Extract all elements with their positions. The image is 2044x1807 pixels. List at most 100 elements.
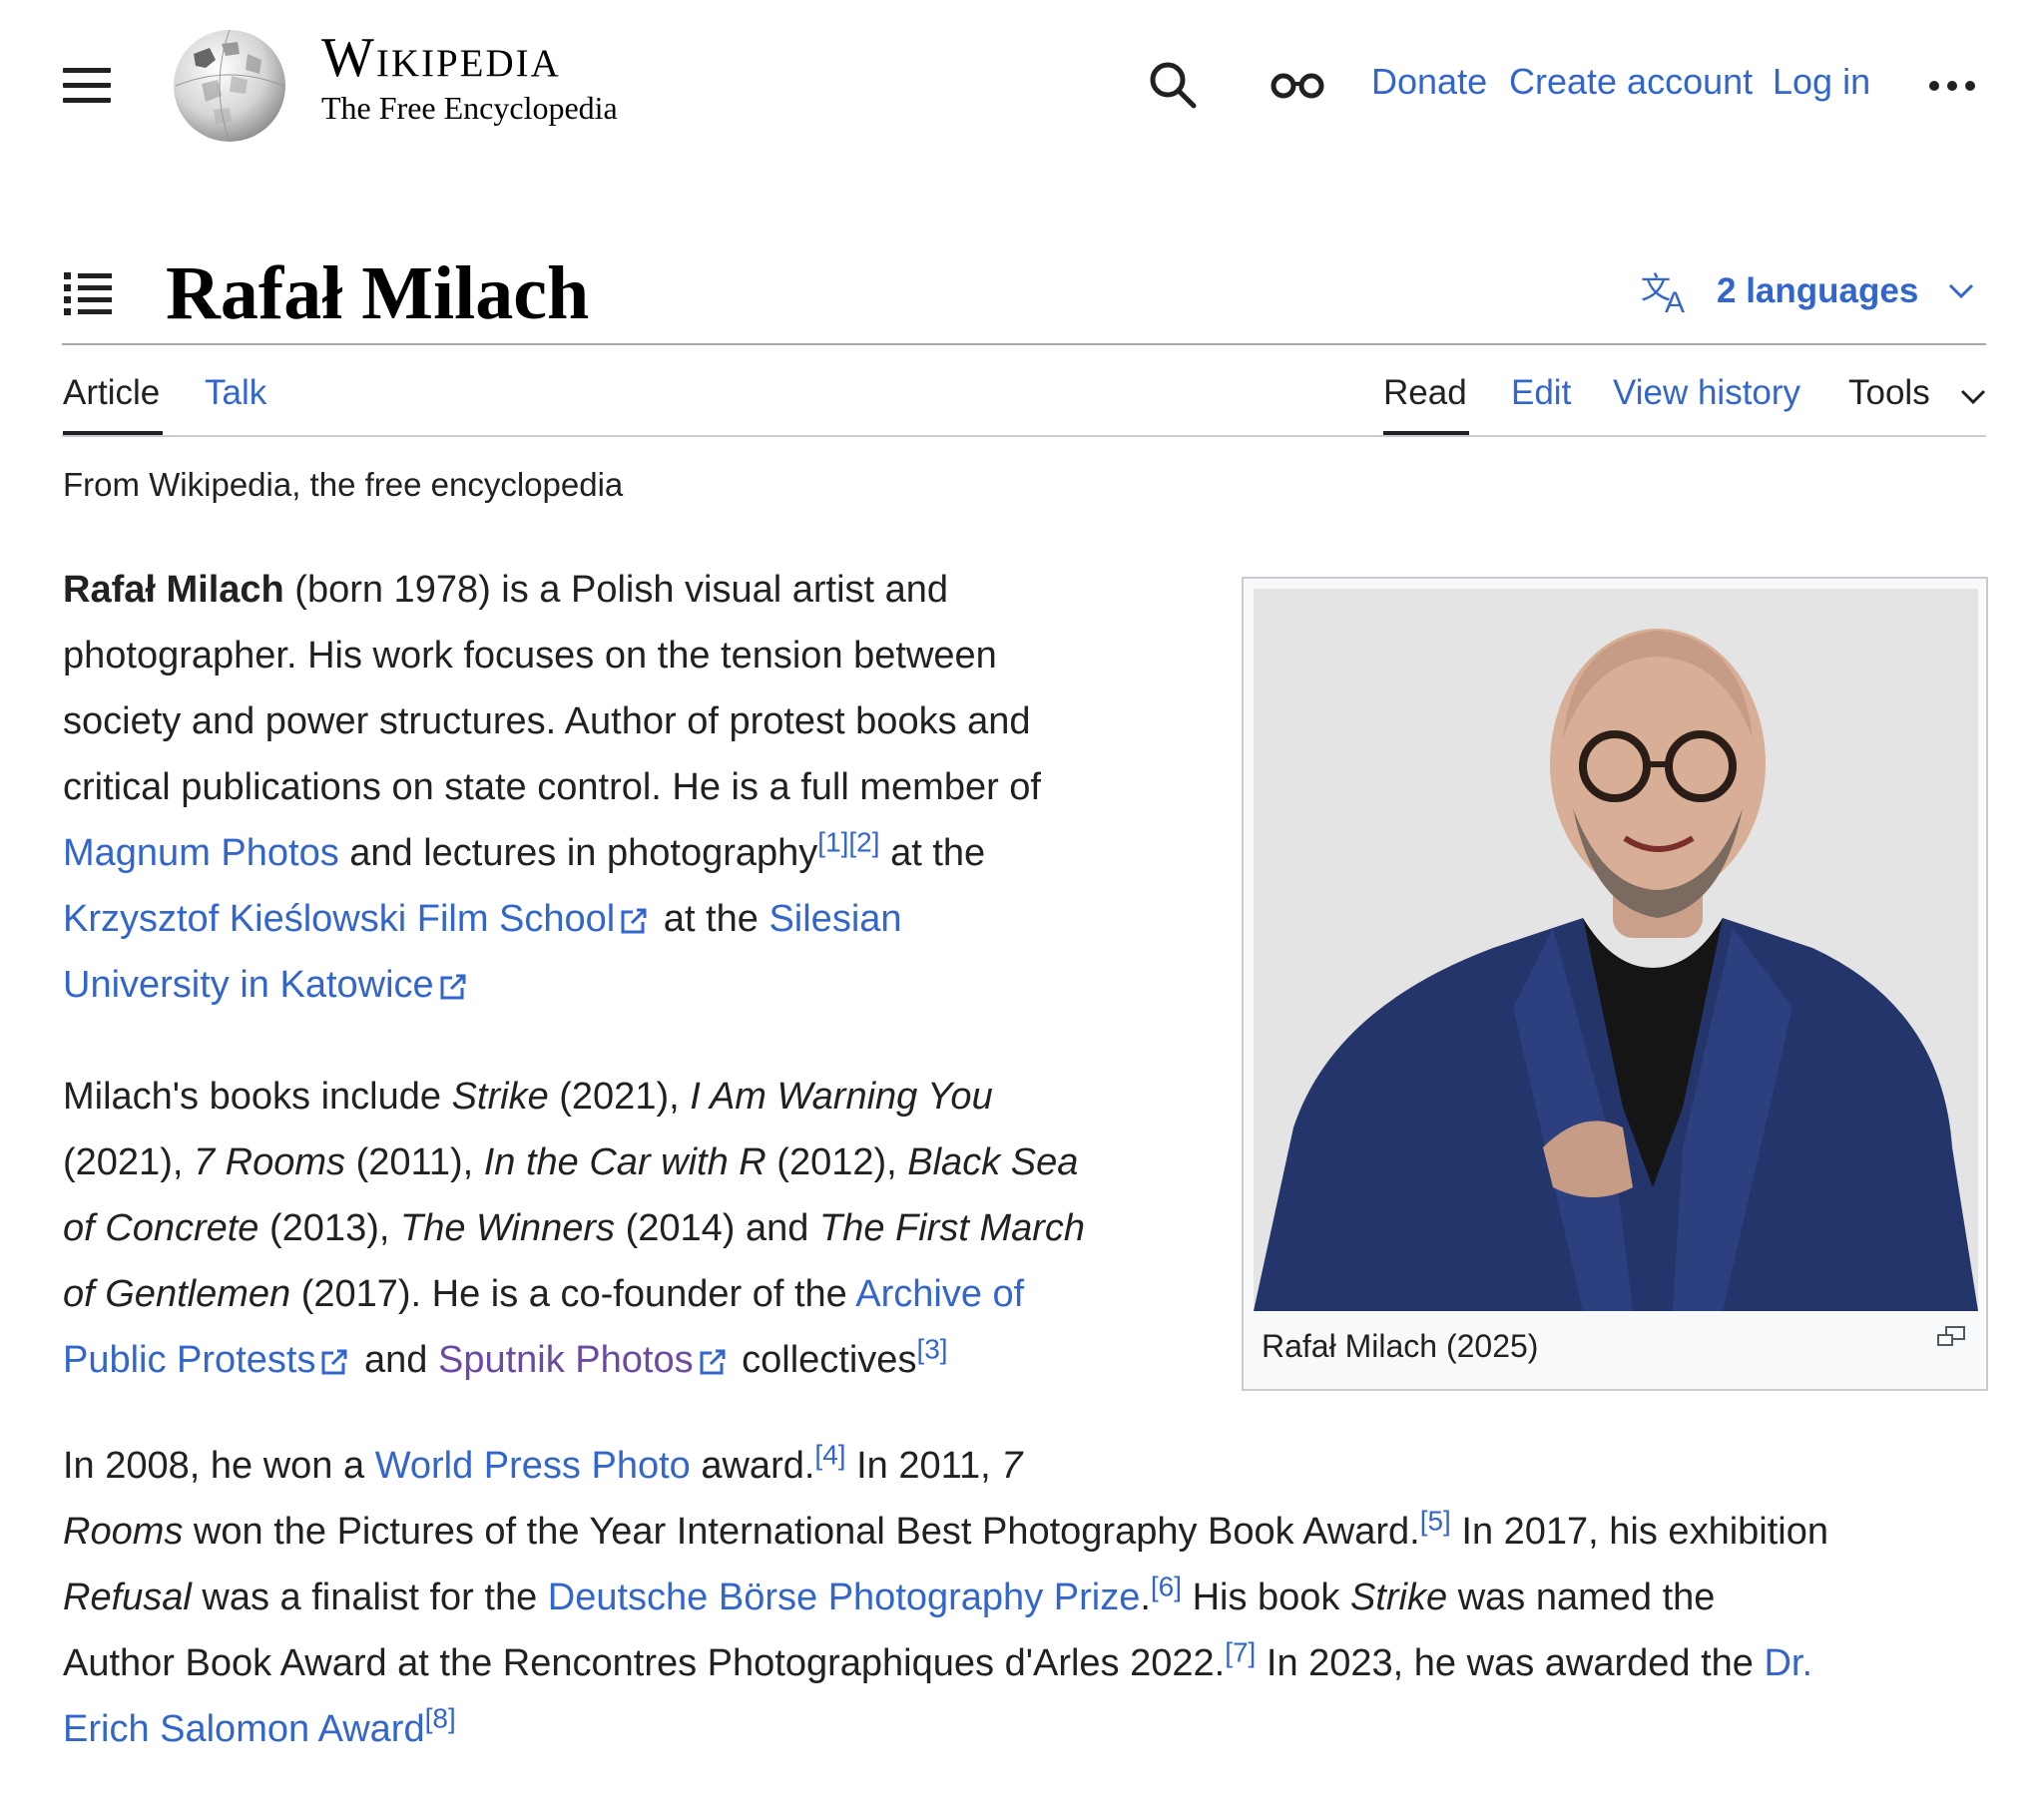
text: . <box>1140 1577 1151 1618</box>
reference-1[interactable]: [1] <box>817 826 848 857</box>
wordmark-title: Wikipedia <box>321 27 561 89</box>
tools-menu[interactable]: Tools <box>1848 371 1930 415</box>
more-options-icon[interactable] <box>1926 76 1978 96</box>
book-title: Rooms <box>63 1511 184 1553</box>
text: (born 1978) is a Polish visual artist an… <box>283 569 949 611</box>
sputnik-photos-link[interactable]: Sputnik Photos <box>438 1339 694 1381</box>
magnum-photos-link[interactable]: Magnum Photos <box>63 832 339 874</box>
reference-6[interactable]: [6] <box>1151 1571 1182 1601</box>
erich-salomon-award-link[interactable]: Dr. <box>1764 1642 1812 1684</box>
text: critical publications on state control. … <box>63 766 1041 808</box>
book-title: Strike <box>451 1076 549 1118</box>
book-title: Black Sea <box>907 1141 1079 1183</box>
tab-read[interactable]: Read <box>1383 371 1467 415</box>
silesian-university-link-cont[interactable]: University in Katowice <box>63 964 434 1006</box>
image-caption: Rafał Milach (2025) <box>1262 1328 1539 1364</box>
log-in-link[interactable]: Log in <box>1773 60 1870 104</box>
text: collectives <box>731 1339 917 1381</box>
languages-label: 2 languages <box>1717 271 1919 310</box>
appearance-glasses-icon[interactable] <box>1270 68 1325 104</box>
site-tagline: From Wikipedia, the free encyclopedia <box>63 466 624 503</box>
reference-2[interactable]: [2] <box>848 826 879 857</box>
language-icon: 文 A <box>1641 271 1685 314</box>
main-menu-icon[interactable] <box>63 64 111 106</box>
text: Milach's books include <box>63 1076 452 1118</box>
tab-edit[interactable]: Edit <box>1511 371 1571 415</box>
text: (2012), <box>766 1141 908 1183</box>
text: was a finalist for the <box>191 1577 548 1618</box>
tab-view-history[interactable]: View history <box>1613 371 1800 415</box>
text: award. <box>690 1445 815 1487</box>
reference-3[interactable]: [3] <box>916 1333 947 1364</box>
text: In 2011, <box>845 1445 1002 1487</box>
text: Author Book Award at the Rencontres Phot… <box>63 1642 1226 1684</box>
text: at the <box>653 898 769 940</box>
create-account-link[interactable]: Create account <box>1509 60 1753 104</box>
title-row: Rafał Milach 文 A 2 languages <box>0 229 2044 349</box>
text: society and power structures. Author of … <box>63 700 1031 742</box>
text: (2011), <box>345 1141 484 1183</box>
chevron-down-icon <box>1949 283 1974 299</box>
tab-article[interactable]: Article <box>63 371 160 415</box>
text: at the <box>879 832 986 874</box>
text: and <box>353 1339 438 1381</box>
text: (2021), <box>548 1076 691 1118</box>
table-of-contents-icon[interactable] <box>64 269 114 315</box>
book-title: The First March <box>818 1207 1086 1249</box>
book-title: of Gentlemen <box>63 1273 291 1315</box>
film-school-link[interactable]: Krzysztof Kieślowski Film School <box>63 898 615 940</box>
languages-button[interactable]: 文 A 2 languages <box>1641 263 1974 319</box>
subject-name: Rafał Milach <box>63 569 284 611</box>
text: In 2008, he won a <box>63 1445 375 1487</box>
tab-talk[interactable]: Talk <box>205 371 266 415</box>
reference-4[interactable]: [4] <box>814 1439 845 1470</box>
text: (2013), <box>258 1207 400 1249</box>
book-title: 7 <box>1001 1445 1023 1487</box>
book-title: Strike <box>1350 1577 1448 1618</box>
deutsche-borse-prize-link[interactable]: Deutsche Börse Photography Prize <box>548 1577 1141 1618</box>
paragraph-awards: In 2008, he won a World Press Photo awar… <box>63 1433 1999 1762</box>
text: won the Pictures of the Year Internation… <box>183 1511 1420 1553</box>
archive-of-public-protests-link-cont[interactable]: Public Protests <box>63 1339 315 1381</box>
wordmark-tagline: The Free Encyclopedia <box>321 90 618 126</box>
reference-5[interactable]: [5] <box>1420 1505 1451 1536</box>
enlarge-icon[interactable] <box>1936 1325 1966 1349</box>
paragraph-books: Milach's books include Strike (2021), I … <box>63 1064 1221 1393</box>
text: was named the <box>1447 1577 1716 1618</box>
text: photographer. His work focuses on the te… <box>63 635 997 677</box>
text: (2017). He is a co-founder of the <box>290 1273 856 1315</box>
book-title: of Concrete <box>63 1207 259 1249</box>
silesian-university-link[interactable]: Silesian <box>768 898 901 940</box>
text: (2014) and <box>615 1207 819 1249</box>
text: His book <box>1182 1577 1350 1618</box>
book-title: I Am Warning You <box>690 1076 993 1118</box>
paragraph-intro: Rafał Milach (born 1978) is a Polish vis… <box>63 557 1201 1018</box>
world-press-photo-link[interactable]: World Press Photo <box>375 1445 691 1487</box>
text: and lectures in photography <box>338 832 818 874</box>
search-icon[interactable] <box>1146 58 1202 114</box>
text: In 2017, his exhibition <box>1450 1511 1828 1553</box>
external-link-icon <box>621 908 647 934</box>
exhibition-title: Refusal <box>63 1577 192 1618</box>
wikipedia-globe-logo[interactable] <box>166 24 293 144</box>
book-title: 7 Rooms <box>193 1141 346 1183</box>
book-title: In the Car with R <box>483 1141 766 1183</box>
tabs-divider <box>62 435 1986 437</box>
external-link-icon <box>321 1349 347 1375</box>
external-link-icon <box>700 1349 726 1375</box>
tools-chevron-down-icon[interactable] <box>1960 389 1986 405</box>
donate-link[interactable]: Donate <box>1371 60 1487 104</box>
svg-text:A: A <box>1665 286 1685 314</box>
page-tabs: Article Talk Read Edit View history Tool… <box>0 345 2044 439</box>
portrait-photo[interactable] <box>1254 589 1978 1311</box>
reference-8[interactable]: [8] <box>425 1702 456 1733</box>
reference-7[interactable]: [7] <box>1225 1636 1256 1667</box>
infobox-image: Rafał Milach (2025) <box>1242 577 1988 1391</box>
wikipedia-wordmark[interactable]: Wikipedia The Free Encyclopedia <box>321 28 618 126</box>
external-link-icon <box>440 974 466 1000</box>
site-header: Wikipedia The Free Encyclopedia Donate C… <box>0 0 2044 170</box>
archive-of-public-protests-link[interactable]: Archive of <box>855 1273 1024 1315</box>
text: In 2023, he was awarded the <box>1256 1642 1765 1684</box>
page-title: Rafał Milach <box>166 251 590 335</box>
erich-salomon-award-link-cont[interactable]: Erich Salomon Award <box>63 1708 425 1750</box>
